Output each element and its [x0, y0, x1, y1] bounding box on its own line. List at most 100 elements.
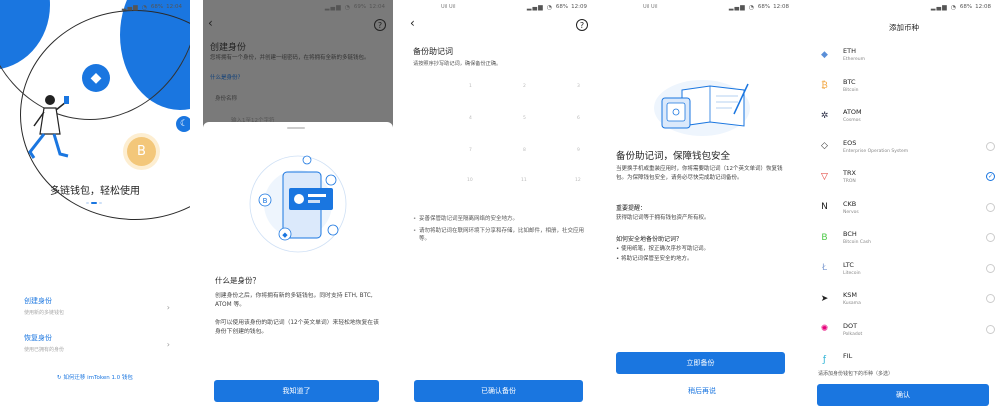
- how-item: • 将助记词保管至安全的地方。: [616, 256, 693, 262]
- create-identity-screen: ▂▄▆ ◔ 69% 12:04 ‹ ? 创建身份 您将拥有一个身份，并创建一组密…: [203, 0, 393, 413]
- coin-name: Ethereum: [843, 57, 865, 62]
- coin-logo-icon: ◆: [821, 49, 828, 60]
- coin-symbol: DOT: [843, 321, 858, 330]
- page-title: 创建身份: [210, 43, 247, 53]
- coin-row[interactable]: ◆ ETH Ethereum: [809, 40, 999, 71]
- backup-intro-screen: Uil Uil ▂▄▆ ◔ 68% 12:08 备份助记词，保障钱包安全 当更换…: [607, 0, 797, 413]
- battery-level: 68%: [150, 4, 164, 10]
- coin-row[interactable]: N CKB Nervos: [809, 193, 999, 224]
- battery-level: 69%: [353, 4, 367, 10]
- signal-icon: ▂▄▆ ◔: [121, 3, 148, 11]
- coin-row[interactable]: ▽ TRX TRON ✓: [809, 162, 999, 193]
- coin-logo-icon: ◇: [821, 141, 828, 151]
- coin-row[interactable]: ₿ BTC Bitcoin: [809, 71, 999, 102]
- page-title: 备份助记词: [413, 47, 453, 56]
- what-is-identity-link[interactable]: 什么是身份？: [210, 73, 243, 81]
- later-link[interactable]: 稍后再说: [607, 386, 797, 396]
- backup-now-button[interactable]: 立即备份: [616, 352, 785, 374]
- coin-logo-icon: ƒ: [822, 354, 827, 365]
- create-identity-button[interactable]: 创建身份 使用新的多链钱包 ›: [24, 296, 170, 322]
- unchecked-icon[interactable]: [986, 202, 995, 212]
- status-time: 12:04: [166, 4, 182, 10]
- coin-name: TRON: [843, 179, 856, 184]
- confirm-button[interactable]: 确认: [817, 384, 989, 406]
- coin-row[interactable]: ◇ EOS Enterprise Operation System: [809, 132, 999, 163]
- coin-row[interactable]: Ł LTC Litecoin: [809, 254, 999, 285]
- page-description: 您将拥有一个身份，并创建一组密码，在将拥有全新的多链钱包。: [210, 55, 370, 61]
- coin-name: Bitcoin Cash: [843, 240, 871, 245]
- backup-mnemonic-screen: Uil Uil ▂▄▆ ◔ 68% 12:09 ‹ ? 备份助记词 请按照序抄写…: [405, 0, 595, 413]
- coin-list: ◆ ETH Ethereum ₿ BTC Bitcoin ✲ ATOM Cosmos ◇ EOS En…: [809, 40, 999, 376]
- battery-level: 68%: [757, 4, 771, 10]
- coin-row[interactable]: ➤ KSM Kusama: [809, 284, 999, 315]
- signal-icon: ▂▄▆ ◔: [930, 3, 957, 11]
- status-time: 12:04: [369, 4, 385, 10]
- migrate-label: 如何迁移 imToken 1.0 钱包: [63, 375, 133, 381]
- help-icon[interactable]: ?: [374, 19, 386, 31]
- status-time: 12:08: [975, 4, 991, 10]
- tip-item: 妥善保管助记词至隔离网络的安全地方。: [413, 215, 585, 224]
- word-index: 5: [523, 116, 526, 121]
- word-index: 12: [575, 178, 581, 183]
- coin-name: Litecoin: [843, 270, 861, 276]
- unchecked-icon[interactable]: [986, 294, 995, 303]
- mnemonic-grid: 1 2 3 4 5 6 7 8 9 10 11 12: [413, 76, 585, 192]
- back-icon[interactable]: ‹: [208, 16, 213, 30]
- coin-row[interactable]: ✲ ATOM Cosmos: [809, 101, 999, 132]
- word-index: 11: [521, 178, 527, 183]
- back-icon[interactable]: ‹: [410, 16, 415, 30]
- migrate-link[interactable]: ↻ 如何迁移 imToken 1.0 钱包: [0, 373, 190, 381]
- welcome-screen: ▂▄▆ ◔ 68% 12:04 ◆ B ☾ 多链钱包，轻松使用 创建身份 使用新…: [0, 0, 190, 413]
- signal-icon: ▂▄▆ ◔: [728, 3, 755, 11]
- coin-symbol: LTC: [843, 260, 854, 269]
- signal-icon: ▂▄▆ ◔: [526, 3, 553, 11]
- restore-identity-button[interactable]: 恢复身份 使用已拥有的身份 ›: [24, 333, 170, 359]
- create-identity-label: 创建身份: [24, 297, 52, 305]
- checked-icon[interactable]: ✓: [986, 172, 995, 181]
- coin-logo-icon: ✺: [820, 324, 829, 334]
- word-index: 10: [467, 178, 473, 183]
- sheet-handle[interactable]: [287, 127, 305, 129]
- tip-item: 请勿将助记词在联网环境下分享和存储，比如邮件，相册，社交应用等。: [413, 227, 585, 244]
- identity-name-label: 身份名称: [215, 96, 238, 102]
- coin-row[interactable]: B BCH Bitcoin Cash: [809, 223, 999, 254]
- unchecked-icon[interactable]: [986, 233, 995, 242]
- unchecked-icon[interactable]: [986, 324, 995, 334]
- dim-overlay: [203, 0, 393, 130]
- signal-icon: ▂▄▆ ◔: [324, 3, 351, 11]
- safe-notebook-illustration: [654, 80, 750, 136]
- coin-symbol: ETH: [843, 47, 856, 55]
- coin-logo-icon: ▽: [821, 171, 828, 182]
- unchecked-icon[interactable]: [986, 263, 995, 273]
- identity-illustration: B ◆: [249, 155, 347, 253]
- status-bar: ▂▄▆ ◔ 68% 12:08: [809, 0, 999, 14]
- coin-name: Nervos: [843, 209, 859, 215]
- battery-level: 68%: [959, 4, 973, 10]
- coin-logo-icon: ➤: [820, 293, 829, 304]
- word-index: 3: [577, 84, 580, 89]
- eth-coin-icon: ◆: [82, 64, 110, 92]
- word-index: 2: [523, 84, 526, 89]
- coin-symbol: EOS: [843, 138, 857, 147]
- word-index: 8: [523, 148, 526, 153]
- unchecked-icon[interactable]: [986, 141, 995, 151]
- chevron-right-icon: ›: [166, 340, 170, 349]
- coin-symbol: FIL: [843, 352, 853, 360]
- got-it-button[interactable]: 我知道了: [214, 380, 379, 402]
- add-coin-screen: ▂▄▆ ◔ 68% 12:08 添加币种 ◆ ETH Ethereum ₿ BTC Bit…: [809, 0, 999, 413]
- refresh-icon: ↻: [57, 375, 62, 381]
- sheet-question: 什么是身份？: [215, 276, 260, 285]
- coin-row[interactable]: ✺ DOT Polkadot: [809, 315, 999, 346]
- svg-text:◆: ◆: [282, 231, 288, 239]
- coin-logo-icon: ₿: [821, 80, 828, 91]
- create-identity-desc: 使用新的多链钱包: [24, 310, 65, 316]
- coin-symbol: CKB: [843, 199, 857, 208]
- confirm-backup-button[interactable]: 已确认备份: [414, 380, 583, 402]
- how-item: • 使用纸笔，按正确次序抄写助记词。: [616, 246, 709, 252]
- status-bar: ▂▄▆ ◔ 69% 12:04: [203, 0, 393, 14]
- help-icon[interactable]: ?: [576, 19, 588, 31]
- coin-name: Bitcoin: [843, 87, 859, 93]
- word-index: 1: [469, 84, 472, 89]
- moon-coin-icon: ☾: [176, 116, 190, 132]
- page-title: 备份助记词，保障钱包安全: [616, 151, 731, 162]
